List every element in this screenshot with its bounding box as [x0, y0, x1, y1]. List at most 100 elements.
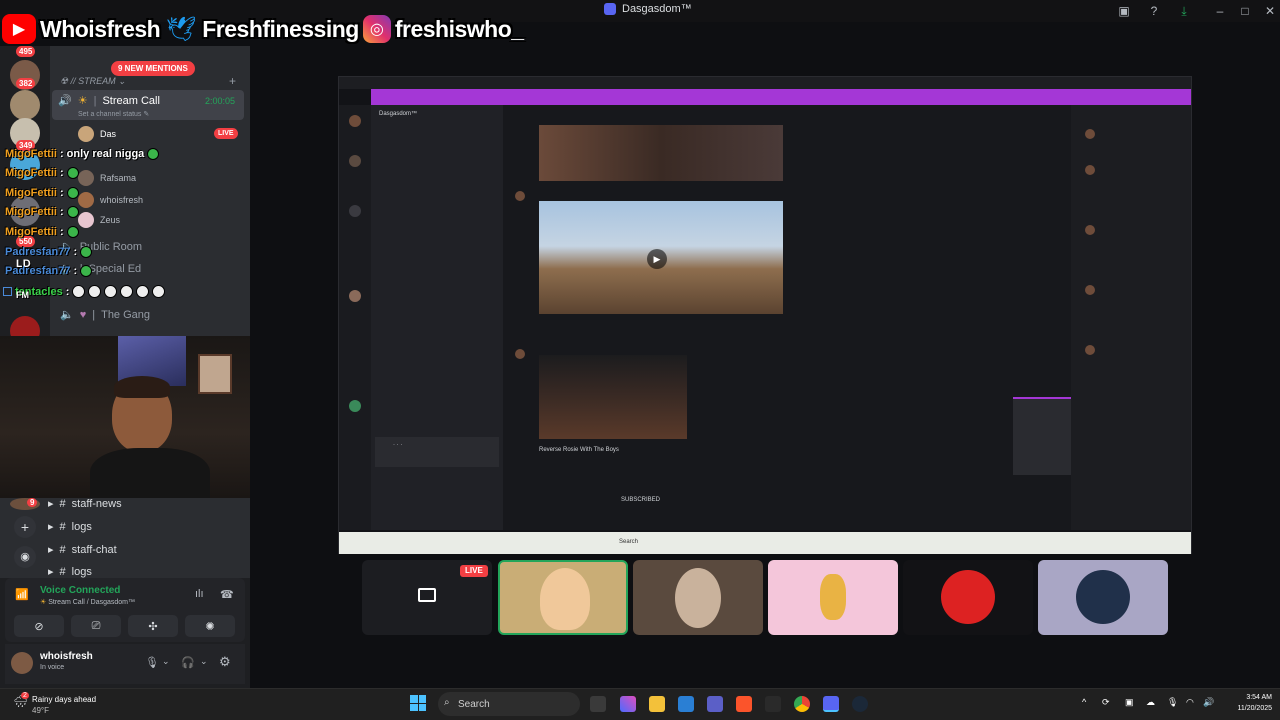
tray-app-icon[interactable]: ▣ — [1125, 697, 1134, 708]
emote-icon — [66, 206, 79, 218]
hash-icon: # — [59, 497, 66, 510]
activities-icon: ✣ — [148, 620, 158, 633]
teams-icon[interactable] — [707, 696, 723, 712]
tile-participant[interactable] — [1038, 560, 1168, 635]
voice-user[interactable]: whoisfresh — [78, 192, 143, 208]
stream-view[interactable]: Dasgasdom™ · · · Reverse Rosie With The … — [338, 76, 1192, 554]
voice-connected-channel[interactable]: ☀ Stream Call / Dasgasdom™ — [40, 598, 135, 606]
pencil-icon: ✎ — [143, 111, 150, 118]
discover-icon[interactable]: ◉ — [14, 546, 36, 568]
nested-server-icon — [349, 205, 361, 217]
avatar — [1076, 570, 1130, 624]
add-channel-icon[interactable]: + — [229, 74, 236, 88]
headphones-icon[interactable]: 🎧 — [181, 656, 195, 669]
emote-icon — [80, 246, 93, 258]
file-explorer-icon[interactable] — [649, 696, 665, 712]
chat-message: MigoFettii: — [5, 206, 79, 218]
add-server-icon[interactable]: + — [14, 516, 36, 538]
tile-participant[interactable] — [903, 560, 1033, 635]
nested-server-icon — [349, 115, 361, 127]
gear-icon[interactable]: ⚙ — [219, 654, 231, 670]
app-icon[interactable] — [765, 696, 781, 712]
channel-logs[interactable]: ▸ # logs — [48, 520, 92, 534]
taskbar-search[interactable]: ⌕ Search — [438, 692, 580, 716]
download-icon[interactable]: ⤓ — [1176, 3, 1192, 19]
cloud-icon[interactable]: ☁ — [1146, 697, 1155, 708]
chevron-up-icon[interactable]: ^ — [1082, 697, 1086, 707]
disconnect-icon[interactable]: ☎ — [220, 588, 234, 601]
skull-emote-icon — [136, 285, 150, 298]
channel-stream-call-row: 🔊 ☀ | Stream Call — [58, 94, 160, 108]
emote-icon — [66, 167, 79, 179]
chrome-icon[interactable] — [794, 696, 810, 712]
start-icon[interactable] — [410, 695, 426, 711]
minimize-icon[interactable]: – — [1212, 3, 1228, 19]
volume-icon[interactable]: 🔊 — [1203, 697, 1214, 708]
channel-staff-news[interactable]: ▸ # staff-news — [48, 497, 122, 511]
category-stream[interactable]: ☢ // STREAM ⌄ — [60, 76, 126, 87]
nested-taskbar: Search — [339, 532, 1191, 554]
channel-status[interactable]: Set a channel status ✎ — [78, 110, 149, 118]
nested-avatar — [1085, 345, 1095, 355]
microphone-icon[interactable]: 🎙 — [1167, 697, 1178, 708]
noise-suppression-icon[interactable]: ılı — [195, 588, 204, 600]
skull-emote-icon — [72, 285, 86, 298]
nested-server-icon — [349, 400, 361, 412]
task-view-icon[interactable] — [590, 696, 606, 712]
new-mentions-pill[interactable]: 9 NEW MENTIONS — [111, 61, 195, 76]
taskbar-clock[interactable]: 3:54 AM 11/20/2025 — [1222, 692, 1272, 714]
soundboard-button[interactable]: ✺ — [185, 615, 235, 637]
maximize-icon[interactable]: □ — [1237, 3, 1253, 19]
microphone-icon[interactable]: 🎙 — [145, 656, 159, 669]
tile-participant[interactable] — [768, 560, 898, 635]
nested-avatar — [515, 349, 525, 359]
wifi-icon[interactable]: ◠ — [1186, 697, 1194, 708]
chat-message: MigoFettii: — [5, 167, 79, 179]
discord-icon[interactable] — [823, 696, 839, 712]
play-icon: ▶ — [647, 249, 667, 269]
copilot-icon[interactable] — [620, 696, 636, 712]
avatar — [941, 570, 995, 624]
window-title: Dasgasdom™ — [604, 3, 692, 15]
emote-icon — [66, 187, 79, 199]
tile-participant[interactable] — [498, 560, 628, 635]
nested-avatar — [1085, 165, 1095, 175]
sync-icon[interactable]: ⟳ — [1102, 697, 1110, 708]
chat-message: MigoFettii: — [5, 226, 79, 238]
chevron-down-icon[interactable]: ⌄ — [162, 656, 170, 667]
chevron-right-icon: ▸ — [48, 498, 54, 510]
channel-the-gang[interactable]: 🔈 ♥ | The Gang — [60, 308, 150, 322]
close-icon[interactable]: ✕ — [1262, 3, 1278, 19]
nested-video-title: Reverse Rosie With The Boys — [539, 447, 619, 453]
brave-icon[interactable] — [736, 696, 752, 712]
hash-icon: # — [59, 565, 66, 578]
avatar[interactable] — [11, 652, 33, 674]
camera-off-button[interactable]: ⊘ — [14, 615, 64, 637]
nested-subscribed: SUBSCRIBED — [621, 497, 661, 503]
nested-image — [539, 125, 783, 181]
discord-app-icon — [604, 3, 616, 15]
username[interactable]: whoisfresh — [40, 651, 93, 662]
server-icon[interactable] — [10, 90, 40, 120]
screen-share-button[interactable]: ⎚ — [71, 615, 121, 637]
steam-icon[interactable] — [852, 696, 868, 712]
channel-staff-chat[interactable]: ▸ # staff-chat — [48, 543, 117, 557]
nested-avatar — [1085, 129, 1095, 139]
voice-connected-title[interactable]: Voice Connected — [40, 585, 120, 596]
chevron-down-icon[interactable]: ⌄ — [200, 656, 208, 667]
hash-icon: # — [59, 543, 66, 556]
search-icon: ⌕ — [444, 697, 450, 708]
signal-icon[interactable]: 📶 — [15, 588, 29, 601]
store-icon[interactable] — [678, 696, 694, 712]
channel-logs[interactable]: ▸ # logs — [48, 565, 92, 579]
voice-user[interactable]: Zeus — [78, 212, 120, 228]
activities-button[interactable]: ✣ — [128, 615, 178, 637]
help-icon[interactable]: ? — [1146, 3, 1162, 19]
voice-user[interactable]: Das — [78, 126, 116, 142]
inbox-icon[interactable]: ▣ — [1116, 3, 1132, 19]
weather-widget[interactable]: Rainy days ahead 49°F — [20, 694, 96, 716]
tile-participant[interactable] — [633, 560, 763, 635]
screen-share-icon: ⎚ — [91, 619, 101, 632]
hash-icon: # — [59, 520, 66, 533]
voice-user[interactable]: Rafsama — [78, 170, 136, 186]
